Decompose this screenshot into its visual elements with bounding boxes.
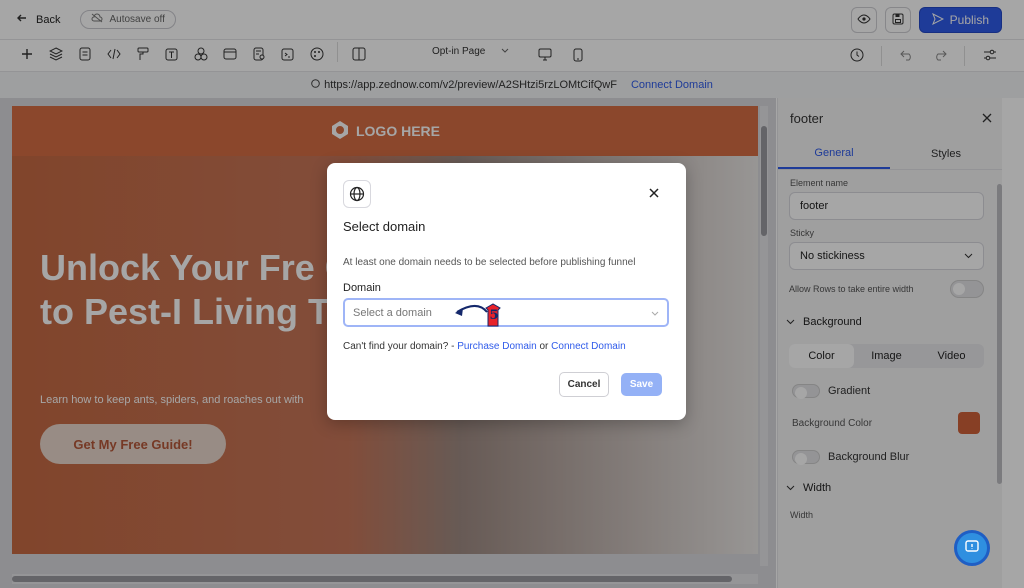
- modal-title: Select domain: [343, 219, 426, 234]
- globe-icon: [343, 180, 371, 208]
- help-chat-button[interactable]: [954, 530, 990, 566]
- step-annotation: 5: [453, 302, 505, 335]
- connect-domain-modal-link[interactable]: Connect Domain: [551, 341, 625, 352]
- modal-description: At least one domain needs to be selected…: [343, 257, 636, 268]
- domain-select[interactable]: Select a domain: [343, 298, 669, 327]
- chat-icon: [964, 539, 980, 558]
- step-number: 5: [489, 308, 499, 323]
- domain-help-text: Can't find your domain? - Purchase Domai…: [343, 341, 626, 352]
- chevron-down-icon: [651, 307, 659, 319]
- purchase-domain-link[interactable]: Purchase Domain: [457, 341, 536, 352]
- or-text: or: [539, 341, 549, 352]
- domain-placeholder: Select a domain: [353, 306, 432, 319]
- domain-label: Domain: [343, 282, 381, 294]
- close-icon[interactable]: [649, 185, 659, 203]
- select-domain-modal: Select domain At least one domain needs …: [327, 163, 686, 420]
- help-prefix: Can't find your domain? -: [343, 341, 455, 352]
- cancel-button[interactable]: Cancel: [559, 372, 609, 397]
- save-button[interactable]: Save: [621, 373, 662, 396]
